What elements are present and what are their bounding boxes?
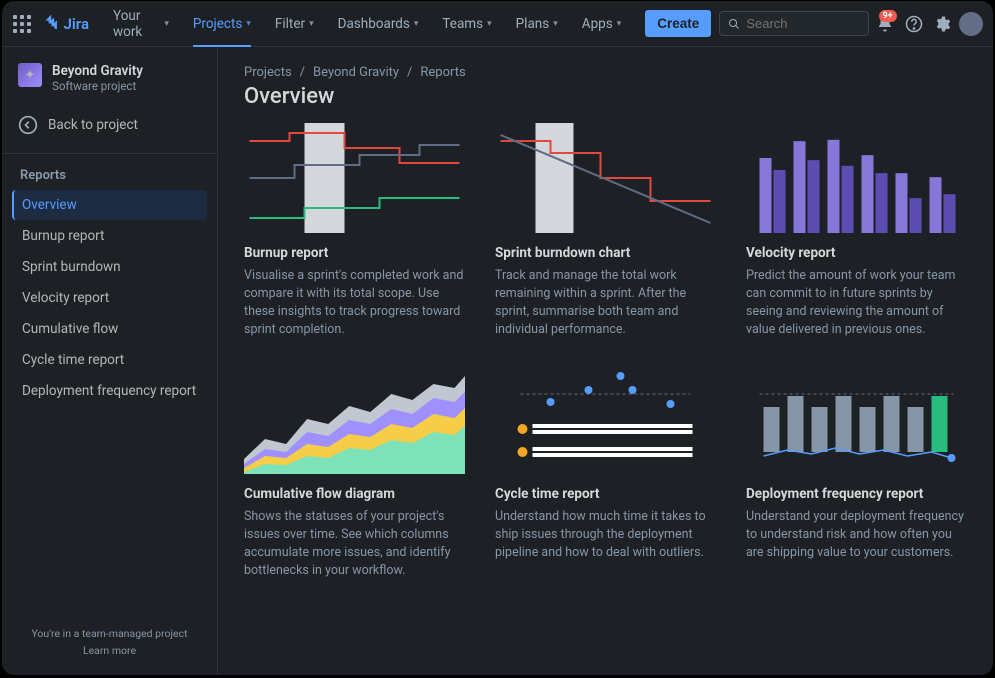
breadcrumb-item[interactable]: Beyond Gravity xyxy=(313,65,399,80)
gear-icon xyxy=(933,15,951,33)
chevron-down-icon: ▾ xyxy=(246,19,251,29)
report-description: Track and manage the total work remainin… xyxy=(495,267,716,340)
divider xyxy=(2,153,217,154)
sidebar-item-cycle-time-report[interactable]: Cycle time report xyxy=(12,345,207,375)
sidebar-item-cumulative-flow[interactable]: Cumulative flow xyxy=(12,314,207,344)
project-icon: ✦ xyxy=(18,63,42,87)
sidebar-heading: Reports xyxy=(12,162,207,189)
project-name: Beyond Gravity xyxy=(52,63,143,79)
report-description: Predict the amount of work your team can… xyxy=(746,267,967,340)
chevron-down-icon: ▾ xyxy=(164,19,169,29)
breadcrumb: Projects / Beyond Gravity / Reports xyxy=(244,65,967,80)
project-subtitle: Software project xyxy=(52,79,143,93)
report-thumbnail xyxy=(746,123,967,233)
report-card-burnup-report[interactable]: Burnup report Visualise a sprint's comple… xyxy=(244,123,465,340)
page-title: Overview xyxy=(244,84,967,109)
chevron-down-icon: ▾ xyxy=(414,19,419,29)
chevron-down-icon: ▾ xyxy=(309,19,314,29)
sidebar-item-deployment-frequency-report[interactable]: Deployment frequency report xyxy=(12,376,207,406)
breadcrumb-item[interactable]: Reports xyxy=(420,65,465,80)
report-title: Cumulative flow diagram xyxy=(244,486,465,502)
learn-more-link[interactable]: Learn more xyxy=(12,644,207,657)
report-card-deployment-frequency-report[interactable]: Deployment frequency report Understand yo… xyxy=(746,364,967,581)
notifications-button[interactable]: 9+ xyxy=(873,9,897,39)
back-arrow-icon xyxy=(18,115,38,135)
help-button[interactable] xyxy=(902,9,926,39)
report-description: Visualise a sprint's completed work and … xyxy=(244,267,465,340)
nav-item-teams[interactable]: Teams▾ xyxy=(432,1,501,47)
search-box[interactable] xyxy=(719,11,869,36)
report-card-sprint-burndown-chart[interactable]: Sprint burndown chart Track and manage th… xyxy=(495,123,716,340)
search-input[interactable] xyxy=(746,16,860,31)
help-icon xyxy=(905,15,923,33)
nav-item-apps[interactable]: Apps▾ xyxy=(572,1,631,47)
report-thumbnail xyxy=(746,364,967,474)
report-card-cumulative-flow-diagram[interactable]: Cumulative flow diagram Shows the statuse… xyxy=(244,364,465,581)
report-title: Burnup report xyxy=(244,245,465,261)
report-card-velocity-report[interactable]: Velocity report Predict the amount of wor… xyxy=(746,123,967,340)
create-button[interactable]: Create xyxy=(645,10,711,37)
search-icon xyxy=(728,17,740,31)
report-thumbnail xyxy=(244,364,465,474)
sidebar-item-burnup-report[interactable]: Burnup report xyxy=(12,221,207,251)
footer-text: You're in a team-managed project xyxy=(12,627,207,640)
sidebar-item-overview[interactable]: Overview xyxy=(12,190,207,220)
top-nav: Jira Your work▾Projects▾Filter▾Dashboard… xyxy=(2,1,993,47)
report-card-cycle-time-report[interactable]: Cycle time report Understand how much tim… xyxy=(495,364,716,581)
report-title: Deployment frequency report xyxy=(746,486,967,502)
nav-item-dashboards[interactable]: Dashboards▾ xyxy=(328,1,429,47)
app-switcher-icon[interactable] xyxy=(12,12,32,36)
report-description: Shows the statuses of your project's iss… xyxy=(244,508,465,581)
chevron-down-icon: ▾ xyxy=(487,19,492,29)
breadcrumb-item[interactable]: Projects xyxy=(244,65,292,80)
back-to-project[interactable]: Back to project xyxy=(12,107,207,143)
project-header[interactable]: ✦ Beyond Gravity Software project xyxy=(12,63,207,107)
report-thumbnail xyxy=(244,123,465,233)
report-title: Sprint burndown chart xyxy=(495,245,716,261)
nav-item-filter[interactable]: Filter▾ xyxy=(265,1,324,47)
sidebar: ✦ Beyond Gravity Software project Back t… xyxy=(2,47,218,675)
report-description: Understand how much time it takes to shi… xyxy=(495,508,716,562)
brand-label: Jira xyxy=(64,15,89,33)
report-description: Understand your deployment frequency to … xyxy=(746,508,967,562)
back-label: Back to project xyxy=(48,117,138,133)
sidebar-footer: You're in a team-managed project Learn m… xyxy=(12,627,207,665)
nav-item-projects[interactable]: Projects▾ xyxy=(183,1,261,47)
nav-item-your-work[interactable]: Your work▾ xyxy=(103,1,179,47)
sidebar-item-velocity-report[interactable]: Velocity report xyxy=(12,283,207,313)
avatar-icon xyxy=(959,12,983,36)
settings-button[interactable] xyxy=(930,9,954,39)
report-thumbnail xyxy=(495,364,716,474)
report-title: Velocity report xyxy=(746,245,967,261)
sidebar-item-sprint-burndown[interactable]: Sprint burndown xyxy=(12,252,207,282)
main-content: Projects / Beyond Gravity / Reports Over… xyxy=(218,47,993,675)
nav-item-plans[interactable]: Plans▾ xyxy=(506,1,568,47)
report-title: Cycle time report xyxy=(495,486,716,502)
jira-logo[interactable]: Jira xyxy=(42,15,89,33)
chevron-down-icon: ▾ xyxy=(617,19,622,29)
report-thumbnail xyxy=(495,123,716,233)
notification-badge: 9+ xyxy=(879,10,897,22)
profile-button[interactable] xyxy=(959,9,983,39)
chevron-down-icon: ▾ xyxy=(553,19,558,29)
